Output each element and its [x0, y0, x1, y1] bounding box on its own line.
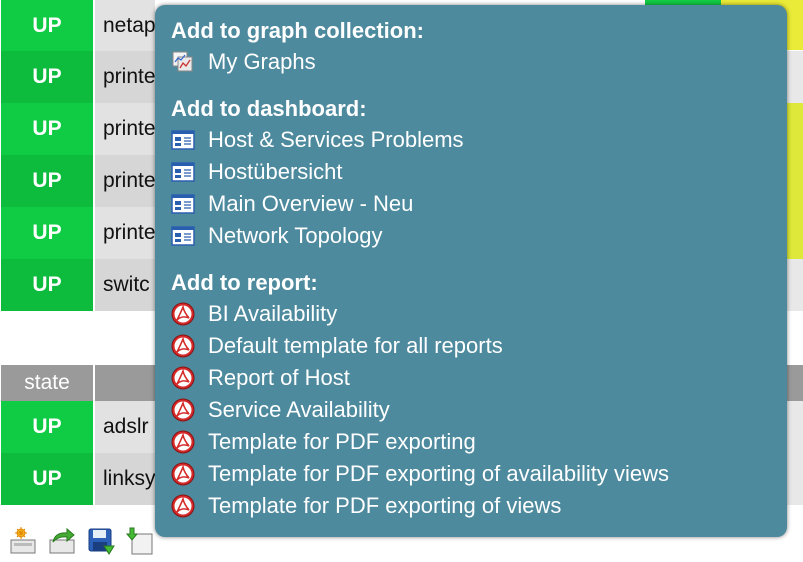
- menu-item-report[interactable]: Template for PDF exporting of availabili…: [155, 458, 787, 490]
- menu-item-label: Template for PDF exporting: [208, 429, 476, 454]
- state-cell: UP: [1, 103, 93, 155]
- menu-item-label: Template for PDF exporting of views: [208, 493, 562, 518]
- menu-item-label: My Graphs: [208, 49, 316, 74]
- column-header-state[interactable]: state: [1, 365, 93, 401]
- save-icon[interactable]: [84, 524, 117, 558]
- menu-item-report[interactable]: Report of Host: [155, 362, 787, 394]
- menu-item-label: Report of Host: [208, 365, 350, 390]
- host-cell[interactable]: printe: [95, 207, 155, 259]
- menu-item-label: BI Availability: [208, 301, 338, 326]
- pdf-report-icon: [171, 366, 195, 390]
- host-cell[interactable]: printe: [95, 155, 155, 207]
- menu-item-label: Network Topology: [208, 223, 383, 248]
- bottom-toolbar: [6, 524, 156, 558]
- pdf-report-icon: [171, 302, 195, 326]
- menu-item-label: Hostübersicht: [208, 159, 343, 184]
- menu-item-report[interactable]: Template for PDF exporting of views: [155, 490, 787, 522]
- menu-item-label: Default template for all reports: [208, 333, 503, 358]
- pdf-report-icon: [171, 398, 195, 422]
- menu-item-report[interactable]: Default template for all reports: [155, 330, 787, 362]
- host-cell[interactable]: printe: [95, 51, 155, 103]
- dashboard-icon: [171, 162, 195, 182]
- pdf-report-icon: [171, 334, 195, 358]
- pdf-report-icon: [171, 462, 195, 486]
- menu-item-report[interactable]: Template for PDF exporting: [155, 426, 787, 458]
- menu-item-label: Service Availability: [208, 397, 390, 422]
- state-cell: UP: [1, 401, 93, 453]
- dashboard-title: Add to dashboard:: [171, 96, 367, 121]
- dashboard-icon: [171, 130, 195, 150]
- new-view-icon[interactable]: [6, 524, 39, 558]
- state-cell: UP: [1, 155, 93, 207]
- menu-item-my-graphs[interactable]: My Graphs: [155, 46, 787, 78]
- menu-item-label: Main Overview - Neu: [208, 191, 414, 216]
- menu-item-label: Template for PDF exporting of availabili…: [208, 461, 669, 486]
- export-icon[interactable]: [123, 524, 156, 558]
- state-cell: UP: [1, 51, 93, 103]
- host-cell[interactable]: switc: [95, 259, 155, 311]
- state-cell: UP: [1, 453, 93, 505]
- state-cell: UP: [1, 0, 93, 52]
- graph-collection-icon: [172, 51, 193, 72]
- host-cell[interactable]: netap: [95, 0, 155, 52]
- pdf-report-icon: [171, 494, 195, 518]
- state-cell: UP: [1, 259, 93, 311]
- menu-item-report[interactable]: Service Availability: [155, 394, 787, 426]
- add-to-popup-menu: Add to graph collection: My Graphs Add t…: [155, 5, 787, 537]
- host-cell[interactable]: printe: [95, 103, 155, 155]
- refresh-icon[interactable]: [45, 524, 78, 558]
- menu-item-dashboard[interactable]: Network Topology: [155, 220, 787, 252]
- host-cell[interactable]: adslr: [95, 401, 155, 453]
- menu-item-dashboard[interactable]: Hostübersicht: [155, 156, 787, 188]
- state-cell: UP: [1, 207, 93, 259]
- dashboard-icon: [171, 194, 195, 214]
- host-cell[interactable]: linksy: [95, 453, 155, 505]
- menu-item-label: Host & Services Problems: [208, 127, 464, 152]
- menu-item-dashboard[interactable]: Main Overview - Neu: [155, 188, 787, 220]
- graph-collection-title: Add to graph collection:: [171, 18, 424, 43]
- pdf-report-icon: [171, 430, 195, 454]
- menu-item-dashboard[interactable]: Host & Services Problems: [155, 124, 787, 156]
- dashboard-icon: [171, 226, 195, 246]
- report-title: Add to report:: [171, 270, 318, 295]
- menu-item-report[interactable]: BI Availability: [155, 298, 787, 330]
